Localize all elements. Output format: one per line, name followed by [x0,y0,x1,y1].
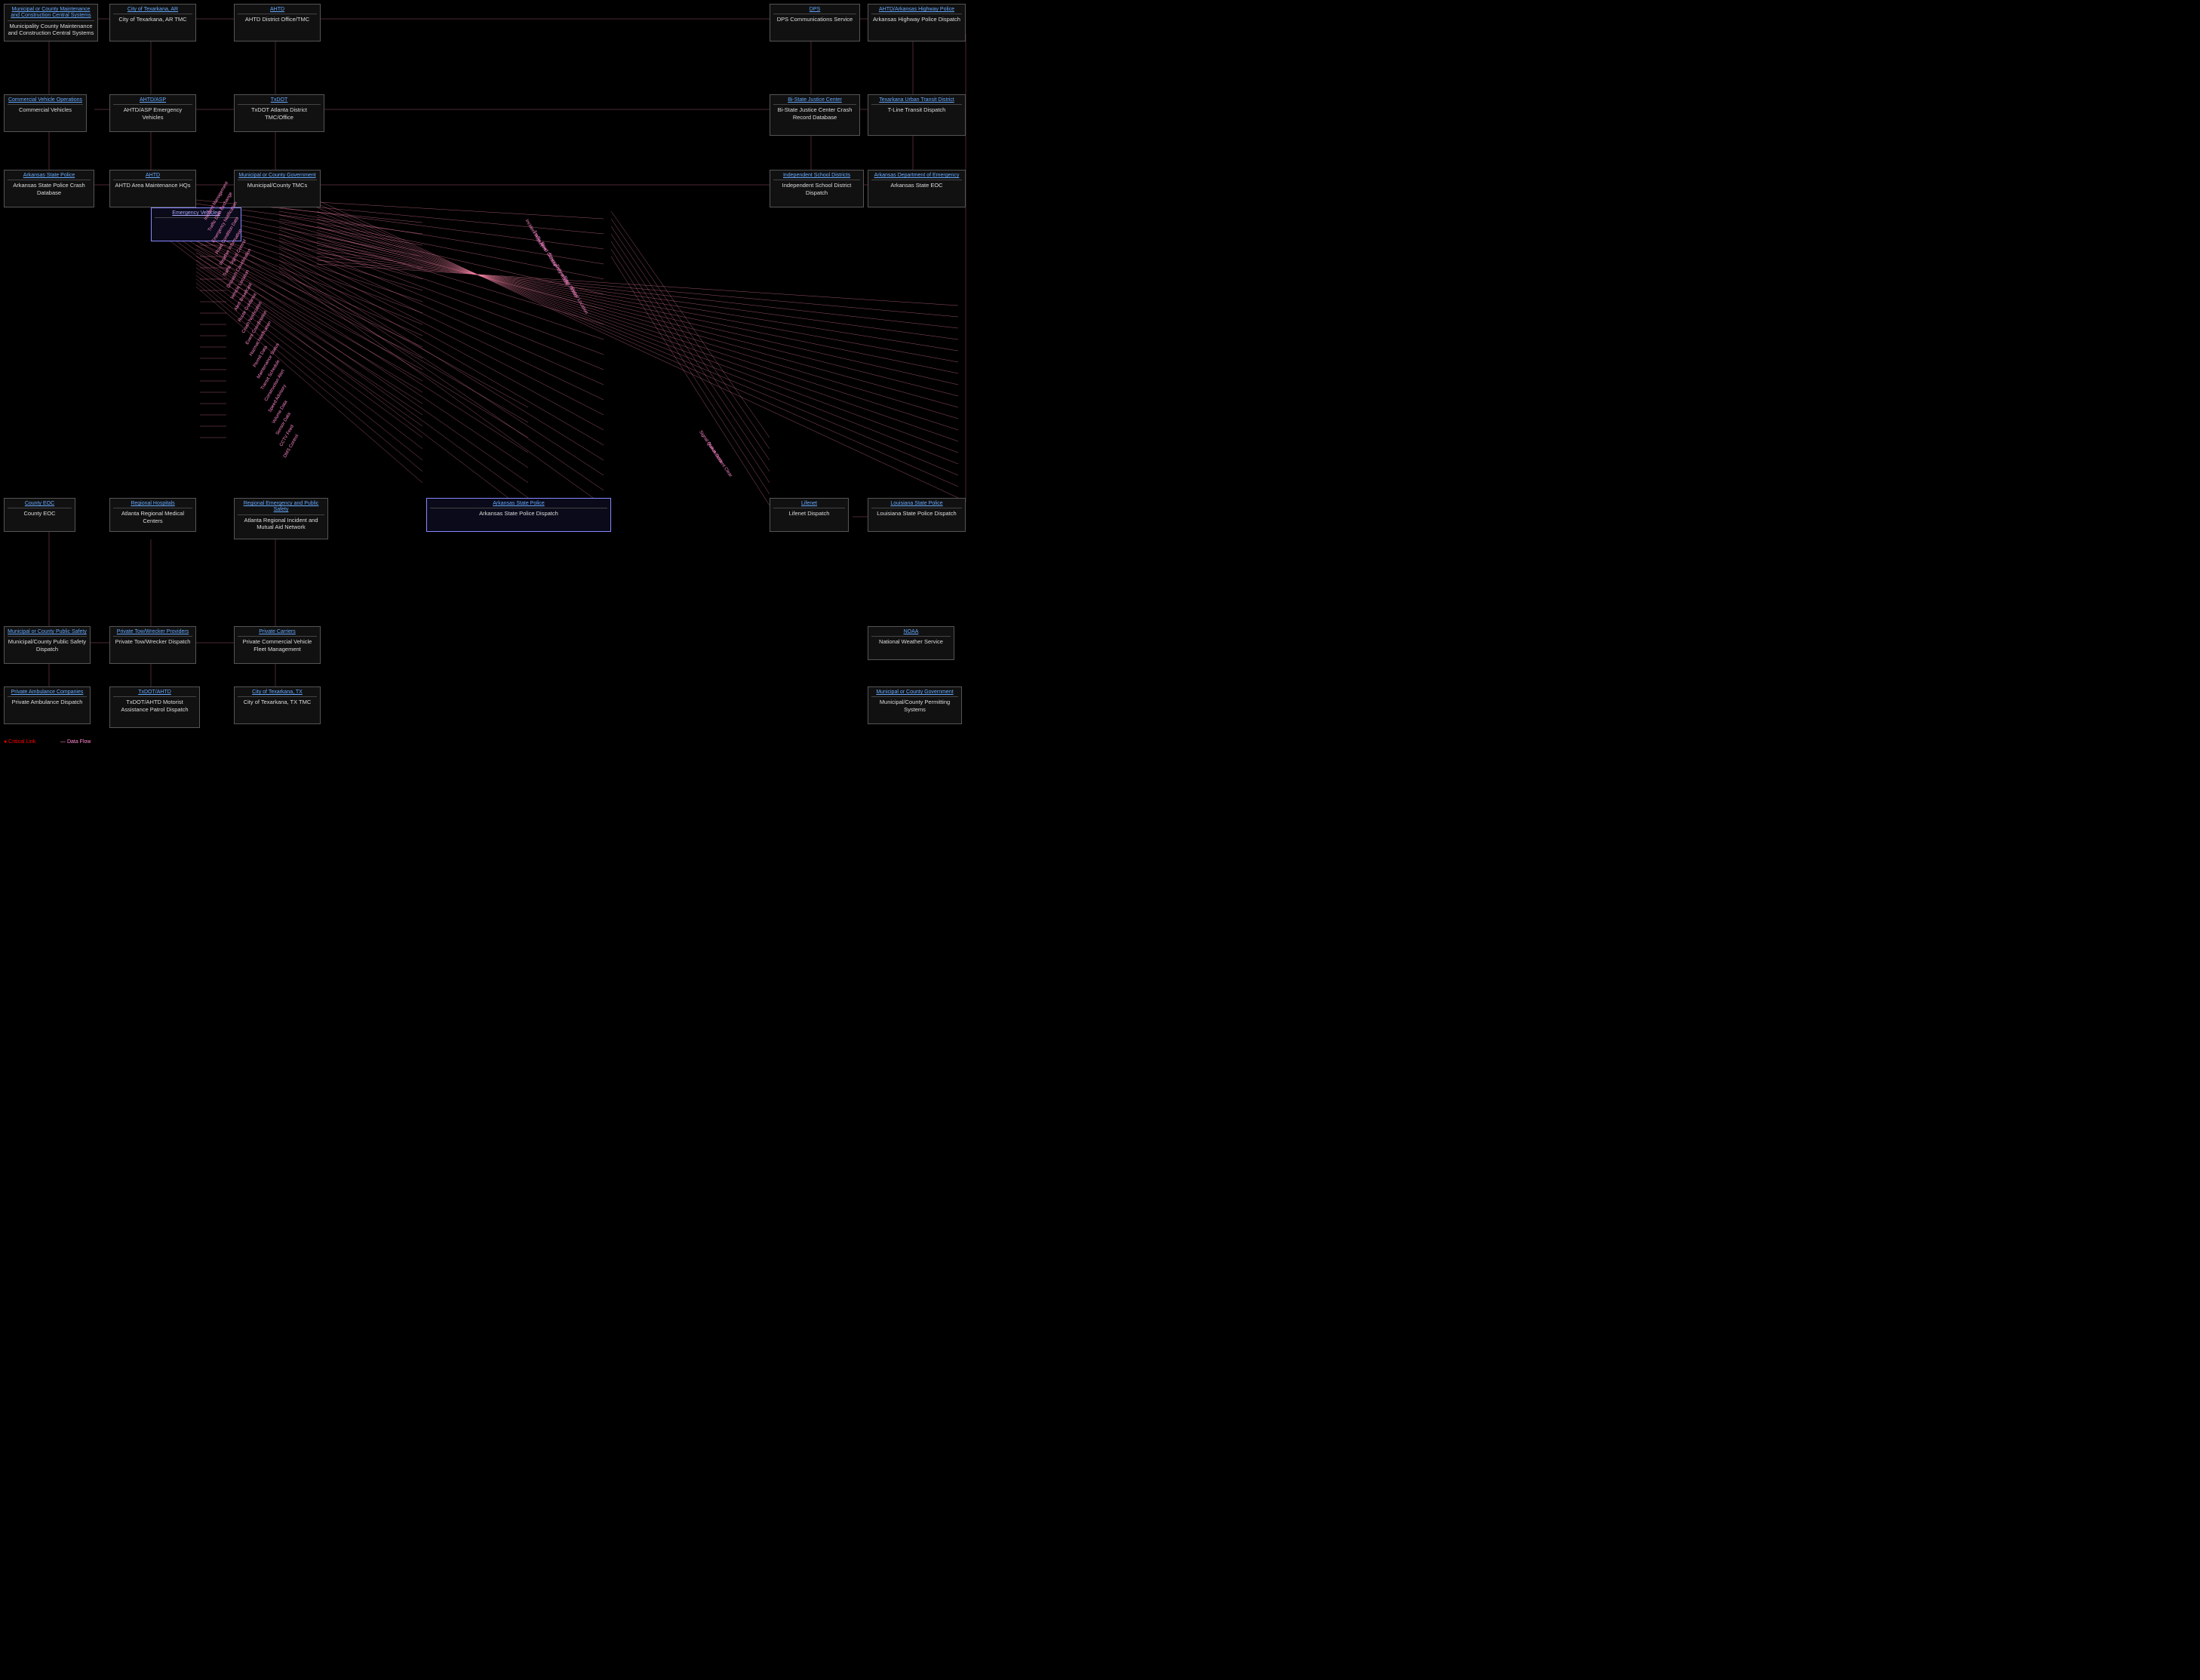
node-arkansas-highway-police: AHTD/Arkansas Highway Police Arkansas Hi… [868,4,966,41]
connections-svg [0,0,2200,1680]
node-county-eoc: County EOC County EOC [4,498,75,532]
node-noaa: NOAA National Weather Service [868,626,954,660]
connection-label-rr3: Incident Clear [713,453,733,478]
node-txdot-ahtd-patrol: TxDOT/AHTD TxDOT/AHTD Motorist Assistanc… [109,686,200,728]
node-ahtd-maintenance: AHTD AHTD Area Maintenance HQs [109,170,196,207]
node-municipal-county-tmcs: Municipal or County Government Municipal… [234,170,321,207]
node-arkansas-eoc: Arkansas Department of Emergency Arkansa… [868,170,966,207]
node-ahtd-district: AHTD AHTD District Office/TMC [234,4,321,41]
node-texarkana-ar: City of Texarkana, AR City of Texarkana,… [109,4,196,41]
legend-item: ● Critical Link [4,739,35,745]
node-tow-wrecker: Private Tow/Wrecker Providers Private To… [109,626,196,664]
node-public-safety: Municipal or County Public Safety Munici… [4,626,91,664]
node-regional-emergency: Regional Emergency and Public Safety Atl… [234,498,328,539]
node-municipal-maintenance: Municipal or County Maintenance and Cons… [4,4,98,41]
connection-label-r7: Patrol Location [570,287,588,315]
node-texarkana-tx: City of Texarkana, TX City of Texarkana,… [234,686,321,724]
node-school-districts: Independent School Districts Independent… [770,170,864,207]
node-regional-hospitals: Regional Hospitals Atlanta Regional Medi… [109,498,196,532]
node-txdot: TxDOT TxDOT Atlanta District TMC/Office [234,94,324,132]
legend-item-2: — Data Flow [60,739,91,745]
node-commercial-vehicle: Commercial Vehicle Operations Commercial… [4,94,87,132]
diagram-container: Municipal or County Maintenance and Cons… [0,0,2200,1680]
node-ahtd-asp: AHTD/ASP AHTD/ASP Emergency Vehicles [109,94,196,132]
node-louisiana-police: Louisiana State Police Louisiana State P… [868,498,966,532]
node-bistate-justice: Bi-State Justice Center Bi-State Justice… [770,94,860,136]
node-transit-dispatch: Texarkana Urban Transit District T-Line … [868,94,966,136]
node-lifenet: Lifenet Lifenet Dispatch [770,498,849,532]
node-dps: DPS DPS Communications Service [770,4,860,41]
node-ambulance: Private Ambulance Companies Private Ambu… [4,686,91,724]
node-permitting: Municipal or County Government Municipal… [868,686,962,724]
node-private-carriers: Private Carriers Private Commercial Vehi… [234,626,321,664]
node-arkansas-state-police-db: Arkansas State Police Arkansas State Pol… [4,170,94,207]
node-arkansas-state-police-dispatch: Arkansas State Police Arkansas State Pol… [426,498,611,532]
